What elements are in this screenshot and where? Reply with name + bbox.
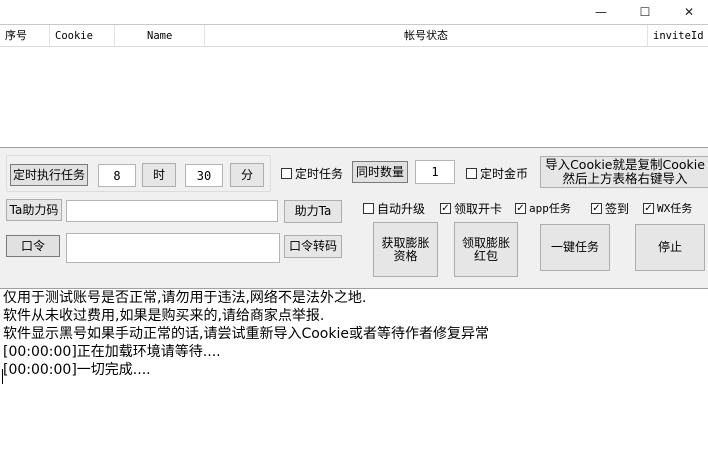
app-task-checkbox[interactable]: ✓ app任务: [515, 200, 571, 216]
help-ta-button[interactable]: 助力Ta: [284, 200, 342, 223]
title-bar: — ☐ ✕: [0, 0, 708, 24]
column-header-inviteid[interactable]: inviteId: [648, 25, 708, 47]
get-swell-eligibility-button[interactable]: 获取膨胀资格: [373, 222, 438, 277]
timed-task-checkbox[interactable]: 定时任务: [281, 165, 343, 182]
wx-task-checkbox[interactable]: ✓ WX任务: [643, 200, 692, 216]
timed-task-label: 定时任务: [295, 167, 344, 181]
ta-code-button[interactable]: Ta助力码: [6, 199, 62, 221]
open-card-checkbox[interactable]: ✓ 领取开卡: [440, 200, 502, 217]
checkbox-box[interactable]: [363, 203, 374, 214]
import-cookie-button[interactable]: 导入Cookie就是复制Cookie然后上方表格右键导入: [540, 156, 708, 188]
column-header-name[interactable]: Name: [115, 25, 205, 47]
signin-checkbox[interactable]: ✓ 签到: [591, 200, 629, 217]
stop-button[interactable]: 停止: [635, 224, 705, 271]
hour-input[interactable]: 8: [98, 164, 136, 187]
checkmark-icon[interactable]: ✓: [515, 202, 526, 214]
checkmark-icon[interactable]: ✓: [643, 202, 654, 214]
minute-button[interactable]: 分: [230, 163, 264, 187]
log-line: 软件从未收过费用,如果是购买来的,请给商家点举报.: [3, 308, 325, 324]
signin-label: 签到: [605, 202, 630, 216]
timed-coin-label: 定时金币: [480, 167, 529, 181]
timed-exec-button[interactable]: 定时执行任务: [10, 164, 88, 186]
log-line: [00:00:00]一切完成....: [3, 362, 151, 378]
concurrent-count-button[interactable]: 同时数量: [352, 161, 408, 183]
claim-swell-redpacket-button[interactable]: 领取膨胀红包: [454, 222, 518, 277]
column-header-cookie[interactable]: Cookie: [50, 25, 115, 47]
ta-code-input[interactable]: [66, 200, 278, 222]
grid-header: 序号 Cookie Name 帐号状态 inviteId: [0, 25, 708, 47]
concurrent-count-input[interactable]: 1: [415, 160, 455, 184]
open-card-label: 领取开卡: [454, 202, 503, 216]
column-header-account-status[interactable]: 帐号状态: [205, 25, 648, 47]
password-convert-button[interactable]: 口令转码: [284, 235, 342, 258]
wx-task-label: WX任务: [657, 202, 693, 215]
text-caret: [2, 369, 3, 384]
log-line: [00:00:00]正在加载环境请等待....: [3, 344, 221, 360]
checkbox-box[interactable]: [466, 168, 477, 179]
minimize-icon[interactable]: —: [578, 0, 624, 24]
auto-upgrade-label: 自动升级: [377, 202, 426, 216]
timed-coin-checkbox[interactable]: 定时金币: [466, 165, 528, 182]
password-input[interactable]: [66, 233, 280, 263]
column-header-index[interactable]: 序号: [0, 25, 50, 47]
log-textarea[interactable]: 仅用于测试账号是否正常,请勿用于违法,网络不是法外之地. 软件从未收过费用,如果…: [0, 288, 708, 466]
minute-input[interactable]: 30: [185, 164, 223, 187]
hour-button[interactable]: 时: [142, 163, 176, 187]
auto-upgrade-checkbox[interactable]: 自动升级: [363, 200, 425, 217]
log-line: 软件显示黑号如果手动正常的话,请尝试重新导入Cookie或者等待作者修复异常: [3, 326, 489, 342]
account-grid[interactable]: 序号 Cookie Name 帐号状态 inviteId: [0, 24, 708, 148]
checkbox-box[interactable]: [281, 168, 292, 179]
checkmark-icon[interactable]: ✓: [591, 203, 602, 214]
checkmark-icon[interactable]: ✓: [440, 203, 451, 214]
one-click-task-button[interactable]: 一键任务: [540, 224, 610, 271]
password-button[interactable]: 口令: [6, 235, 60, 257]
close-icon[interactable]: ✕: [666, 0, 708, 24]
app-task-label: app任务: [529, 202, 571, 215]
maximize-icon[interactable]: ☐: [622, 0, 668, 24]
log-line: 仅用于测试账号是否正常,请勿用于违法,网络不是法外之地.: [3, 290, 367, 306]
